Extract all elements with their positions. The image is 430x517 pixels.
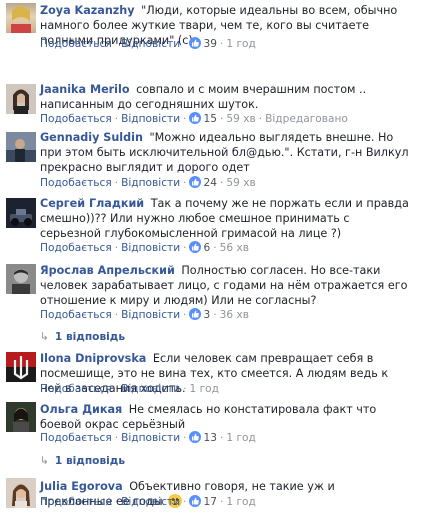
comment-author[interactable]: Ольга Дикая: [40, 403, 122, 416]
comment-time[interactable]: 1 год: [226, 432, 255, 444]
like-count[interactable]: 3: [203, 309, 210, 321]
comment-time[interactable]: 1 год: [189, 383, 218, 395]
comment-time[interactable]: 56 хв: [220, 242, 249, 254]
like-button[interactable]: Подобається: [40, 177, 112, 189]
comment-author[interactable]: Julia Egorova: [40, 480, 123, 493]
reply-button[interactable]: Відповісти: [121, 383, 180, 395]
avatar[interactable]: [6, 402, 36, 432]
like-icon: [189, 112, 202, 124]
comment-author[interactable]: Zoya Kazanzhy: [40, 4, 135, 17]
reply-button[interactable]: Відповісти: [121, 177, 180, 189]
replies-count[interactable]: 1 відповідь: [55, 331, 125, 343]
avatar[interactable]: [6, 132, 36, 162]
like-count[interactable]: 13: [203, 432, 216, 444]
avatar[interactable]: [6, 3, 36, 33]
like-count[interactable]: 17: [203, 496, 216, 508]
avatar[interactable]: [6, 478, 36, 508]
comment-time[interactable]: 36 хв: [220, 309, 249, 321]
comment-time[interactable]: 59 хв: [226, 177, 255, 189]
reply-button[interactable]: Відповісти: [121, 113, 180, 125]
reply-button[interactable]: Відповісти: [121, 309, 180, 321]
comment-author[interactable]: Jaanika Merilo: [40, 83, 130, 96]
like-icon: [189, 431, 202, 443]
comment-author[interactable]: Gennadiy Suldin: [40, 131, 143, 144]
edited-label[interactable]: Відредаговано: [265, 113, 348, 125]
comment-author[interactable]: Ilona Dniprovska: [40, 352, 146, 365]
like-button[interactable]: Подобається: [40, 383, 112, 395]
comment-time[interactable]: 59 хв: [226, 113, 255, 125]
like-count[interactable]: 39: [203, 38, 216, 50]
like-button[interactable]: Подобається: [40, 38, 112, 50]
view-replies-link[interactable]: ↳ 1 відповідь: [40, 454, 125, 468]
view-replies-link[interactable]: ↳ 1 відповідь: [40, 330, 125, 344]
comment-time[interactable]: 1 год: [226, 496, 255, 508]
like-count[interactable]: 15: [203, 113, 216, 125]
comment-thread: Zoya Kazanzhy "Люди, которые идеальны во…: [0, 0, 430, 517]
like-icon: [189, 241, 202, 253]
reply-button[interactable]: Відповісти: [121, 496, 180, 508]
like-count[interactable]: 24: [203, 177, 216, 189]
like-button[interactable]: Подобається: [40, 309, 112, 321]
avatar[interactable]: [6, 352, 36, 382]
comment-author[interactable]: Сергей Гладкий: [40, 197, 144, 210]
like-button[interactable]: Подобається: [40, 496, 112, 508]
avatar[interactable]: [6, 84, 36, 114]
like-count[interactable]: 6: [203, 242, 210, 254]
reply-button[interactable]: Відповісти: [121, 38, 180, 50]
like-icon: [189, 37, 202, 49]
like-button[interactable]: Подобається: [40, 242, 112, 254]
like-button[interactable]: Подобається: [40, 113, 112, 125]
reply-arrow-icon: ↳: [40, 331, 49, 343]
like-icon: [189, 176, 202, 188]
reply-button[interactable]: Відповісти: [121, 432, 180, 444]
like-button[interactable]: Подобається: [40, 432, 112, 444]
reply-button[interactable]: Відповісти: [121, 242, 180, 254]
like-icon: [189, 308, 202, 320]
like-icon: [189, 495, 202, 507]
avatar[interactable]: [6, 198, 36, 228]
avatar[interactable]: [6, 264, 36, 294]
comment-author[interactable]: Ярослав Апрельский: [40, 264, 175, 277]
replies-count[interactable]: 1 відповідь: [55, 455, 125, 467]
reply-arrow-icon: ↳: [40, 455, 49, 467]
comment-time[interactable]: 1 год: [226, 38, 255, 50]
